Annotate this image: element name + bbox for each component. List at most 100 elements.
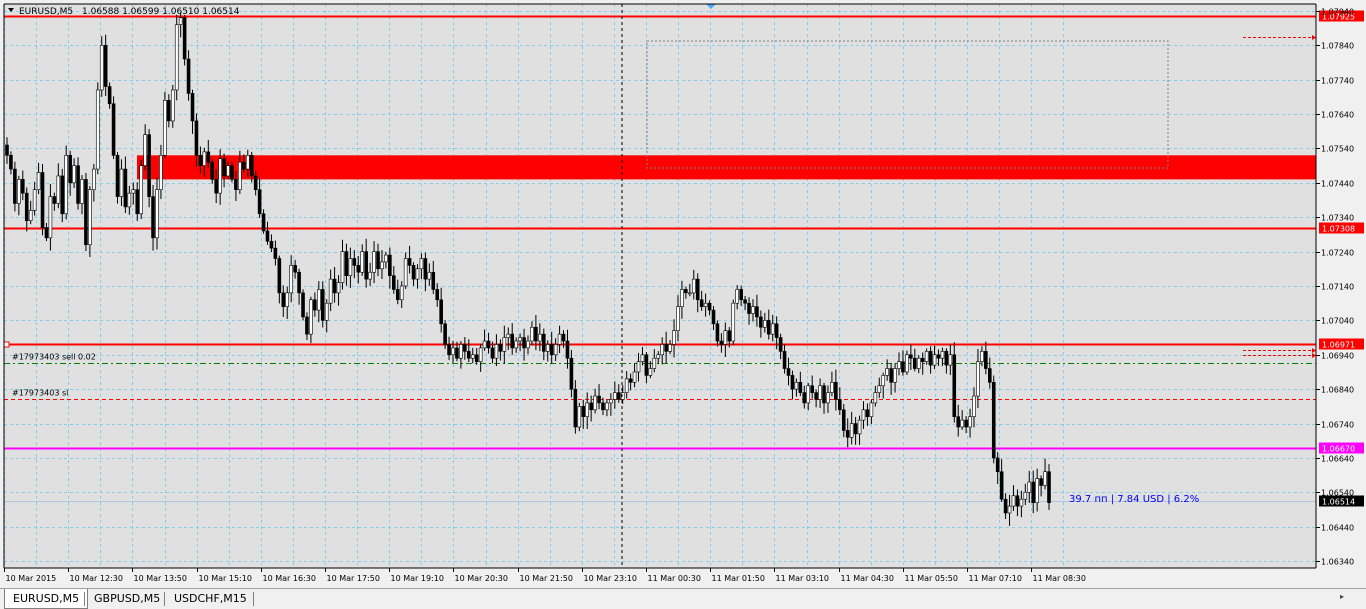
candle-body xyxy=(494,344,499,359)
time-tick-label: 11 Mar 04:30 xyxy=(841,574,894,583)
candle-body xyxy=(68,155,72,184)
candle-body xyxy=(703,302,708,307)
time-tick-label: 11 Mar 08:30 xyxy=(1033,574,1086,583)
candle-body xyxy=(976,361,980,397)
candle-body xyxy=(530,326,534,342)
candle-body xyxy=(372,251,376,273)
tab-scroll-right-icon[interactable]: ▸ xyxy=(1340,593,1348,601)
candle-body xyxy=(838,399,842,411)
candle-body xyxy=(261,213,266,232)
candle-body xyxy=(1023,492,1028,500)
candle-body xyxy=(818,385,822,400)
candle-body xyxy=(605,402,609,411)
candle-body xyxy=(466,351,471,359)
candle-body xyxy=(680,289,684,307)
candle-body xyxy=(36,172,41,191)
candle-body xyxy=(92,168,96,191)
candle-body xyxy=(95,89,100,170)
candle-body xyxy=(648,368,653,376)
candle-body xyxy=(889,368,893,383)
candle-body xyxy=(190,93,195,122)
candle-body xyxy=(88,189,92,246)
price-chart[interactable]: 1.079251.073081.069711.066701.06514 #179… xyxy=(0,0,1366,588)
candle-body xyxy=(861,409,866,421)
time-tick-label: 10 Mar 2015 xyxy=(6,574,57,583)
candle-body xyxy=(415,268,420,280)
candle-body xyxy=(581,406,586,417)
candle-body xyxy=(763,320,767,328)
price-tick-label: 1.06340 xyxy=(1321,558,1354,567)
candle-body xyxy=(948,354,953,366)
candle-body xyxy=(830,381,834,393)
tab-gbpusd-m5[interactable]: GBPUSD,M5 xyxy=(86,589,168,609)
candle-body xyxy=(806,385,811,404)
candle-body xyxy=(857,419,862,435)
candle-body xyxy=(463,344,467,352)
candle-body xyxy=(545,344,550,352)
candle-body xyxy=(711,309,716,325)
candle-body xyxy=(909,354,913,359)
candle-body xyxy=(980,351,984,362)
time-tick-label: 11 Mar 01:50 xyxy=(712,574,765,583)
candle-body xyxy=(384,254,388,263)
candle-body xyxy=(1031,481,1036,503)
candle-body xyxy=(9,155,13,170)
candle-body xyxy=(885,368,889,376)
candle-body xyxy=(52,196,57,204)
resistance-zone xyxy=(137,155,1316,180)
candle-body xyxy=(80,179,84,204)
candle-body xyxy=(44,227,49,239)
candle-body xyxy=(194,120,199,156)
candle-body xyxy=(119,168,124,197)
candle-body xyxy=(999,471,1004,500)
time-tick-label: 10 Mar 15:10 xyxy=(199,574,252,583)
candle-body xyxy=(388,254,392,276)
candle-body xyxy=(913,357,917,369)
candle-body xyxy=(778,337,783,352)
candle-body xyxy=(344,251,349,276)
candle-body xyxy=(873,392,878,404)
candle-body xyxy=(968,416,972,428)
candle-body xyxy=(13,168,17,204)
price-tick-label: 1.07740 xyxy=(1321,77,1354,86)
tab-usdchf-m15[interactable]: USDCHF,M15 xyxy=(166,589,255,609)
candle-body xyxy=(699,299,704,307)
chart-window[interactable]: 1.07925 1.07308 1.06971 1.06670 1.06514 #179… xyxy=(0,0,1366,588)
candle-body xyxy=(719,340,724,345)
candle-body xyxy=(56,175,61,204)
price-tick-label: 1.07540 xyxy=(1321,145,1354,154)
candle-body xyxy=(506,333,511,338)
candle-body xyxy=(245,155,250,170)
profit-readout: 39.7 пп | 7.84 USD | 6.2% xyxy=(1069,494,1199,505)
candle-body xyxy=(901,361,905,373)
candle-body xyxy=(613,392,617,400)
tab-eurusd-m5[interactable]: EURUSD,M5 xyxy=(4,589,89,609)
candle-body xyxy=(285,292,290,307)
candle-body xyxy=(727,330,732,342)
time-tick-label: 10 Mar 20:30 xyxy=(455,574,508,583)
candle-body xyxy=(474,354,479,362)
candle-body xyxy=(242,161,246,170)
price-tick-label: 1.06940 xyxy=(1321,352,1354,361)
candle-body xyxy=(115,155,120,197)
time-tick-label: 11 Mar 07:10 xyxy=(969,574,1022,583)
candle-body xyxy=(281,292,286,307)
candle-body xyxy=(313,299,317,311)
candle-body xyxy=(739,289,743,301)
candle-body xyxy=(715,323,720,342)
candle-body xyxy=(222,158,226,177)
candle-body xyxy=(419,258,424,270)
candle-body xyxy=(111,103,116,156)
candle-body xyxy=(403,258,408,287)
candle-body xyxy=(249,155,254,177)
candle-body xyxy=(1047,471,1051,503)
candle-body xyxy=(688,292,692,295)
candle-body xyxy=(40,172,45,228)
candle-body xyxy=(565,340,570,359)
candle-body xyxy=(301,292,305,318)
candle-body xyxy=(794,381,799,390)
price-tick-label: 1.06540 xyxy=(1321,489,1354,498)
candle-body xyxy=(1019,498,1024,507)
candle-body xyxy=(443,323,447,345)
chart-tab-bar: EURUSD,M5 GBPUSD,M5 USDCHF,M15 ▸ xyxy=(0,588,1366,609)
